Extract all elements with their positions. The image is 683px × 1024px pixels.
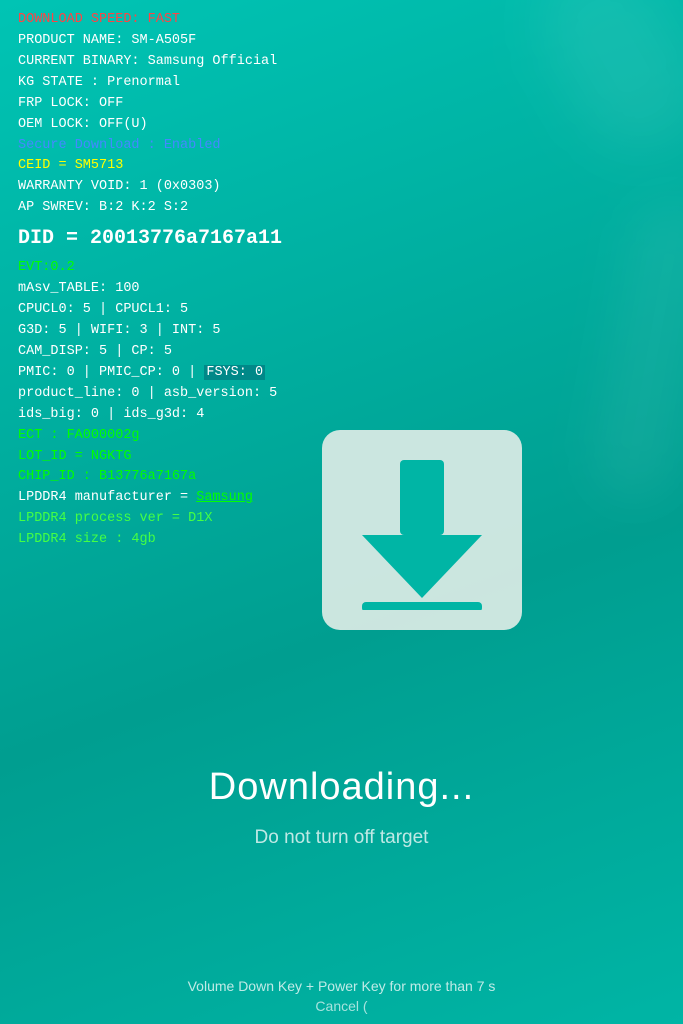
- pmic-line: PMIC: 0 | PMIC_CP: 0 | FSYS: 0: [18, 363, 665, 384]
- ap-swrev-line: AP SWREV: B:2 K:2 S:2: [18, 198, 665, 219]
- kg-state-line: KG STATE : Prenormal: [18, 73, 665, 94]
- product-name-line: PRODUCT NAME: SM-A505F: [18, 31, 665, 52]
- download-speed-line: DOWNLOAD SPEED: FAST: [18, 10, 665, 31]
- oem-lock-line: OEM LOCK: OFF(U): [18, 115, 665, 136]
- do-not-turn-label: Do not turn off target: [0, 827, 683, 849]
- secure-download-line: Secure Download : Enabled: [18, 136, 665, 157]
- cancel-label: Cancel (: [0, 998, 683, 1014]
- downloading-label: Downloading...: [0, 766, 683, 809]
- current-binary-line: CURRENT BINARY: Samsung Official: [18, 52, 665, 73]
- evt-line: EVT:0.2: [18, 258, 665, 279]
- ceid-line: CEID = SM5713: [18, 156, 665, 177]
- cam-disp-line: CAM_DISP: 5 | CP: 5: [18, 342, 665, 363]
- did-line: DID = 20013776a7167a11: [18, 223, 665, 254]
- g3d-line: G3D: 5 | WIFI: 3 | INT: 5: [18, 321, 665, 342]
- product-line-line: product_line: 0 | asb_version: 5: [18, 384, 665, 405]
- cpu-line: CPUCL0: 5 | CPUCL1: 5: [18, 300, 665, 321]
- download-mode-screen: DOWNLOAD SPEED: FAST PRODUCT NAME: SM-A5…: [0, 0, 683, 1024]
- download-arrow-icon: [352, 450, 492, 610]
- warranty-line: WARRANTY VOID: 1 (0x0303): [18, 177, 665, 198]
- ids-line: ids_big: 0 | ids_g3d: 4: [18, 405, 665, 426]
- masv-table-line: mAsv_TABLE: 100: [18, 279, 665, 300]
- download-icon-container: [322, 430, 522, 630]
- volume-key-instruction: Volume Down Key + Power Key for more tha…: [0, 978, 683, 994]
- frp-lock-line: FRP LOCK: OFF: [18, 94, 665, 115]
